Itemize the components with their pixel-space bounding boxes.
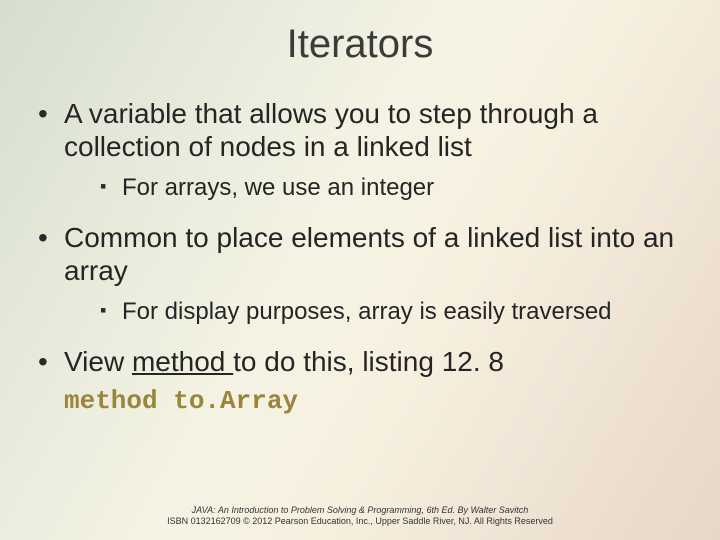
bullet-1-sub-1-text: For arrays, we use an integer <box>122 174 434 201</box>
bullet-1-sublist: For arrays, we use an integer <box>64 173 690 203</box>
bullet-1-text: A variable that allows you to step throu… <box>64 98 598 162</box>
bullet-2-sub-1-text: For display purposes, array is easily tr… <box>122 298 612 325</box>
slide-content: A variable that allows you to step throu… <box>0 67 720 416</box>
slide-title: Iterators <box>0 0 720 67</box>
footer-line-2: ISBN 0132162709 © 2012 Pearson Education… <box>0 516 720 528</box>
footer-line-1: JAVA: An Introduction to Problem Solving… <box>0 505 720 517</box>
bullet-2-sub-1: For display purposes, array is easily tr… <box>64 297 690 327</box>
bullet-1-sub-1: For arrays, we use an integer <box>64 173 690 203</box>
bullet-3: View method to do this, listing 12. 8 <box>30 345 690 378</box>
bullet-2-sublist: For display purposes, array is easily tr… <box>64 297 690 327</box>
bullet-3-post: to do this, listing 12. 8 <box>233 346 504 377</box>
bullet-1: A variable that allows you to step throu… <box>30 97 690 203</box>
bullet-2: Common to place elements of a linked lis… <box>30 221 690 327</box>
method-link[interactable]: method <box>132 346 233 377</box>
slide-footer: JAVA: An Introduction to Problem Solving… <box>0 505 720 528</box>
bullet-3-pre: View <box>64 346 132 377</box>
code-method-toarray: method to.Array <box>30 386 690 416</box>
bullet-list: A variable that allows you to step throu… <box>30 97 690 378</box>
bullet-2-text: Common to place elements of a linked lis… <box>64 222 674 286</box>
slide: Iterators A variable that allows you to … <box>0 0 720 540</box>
